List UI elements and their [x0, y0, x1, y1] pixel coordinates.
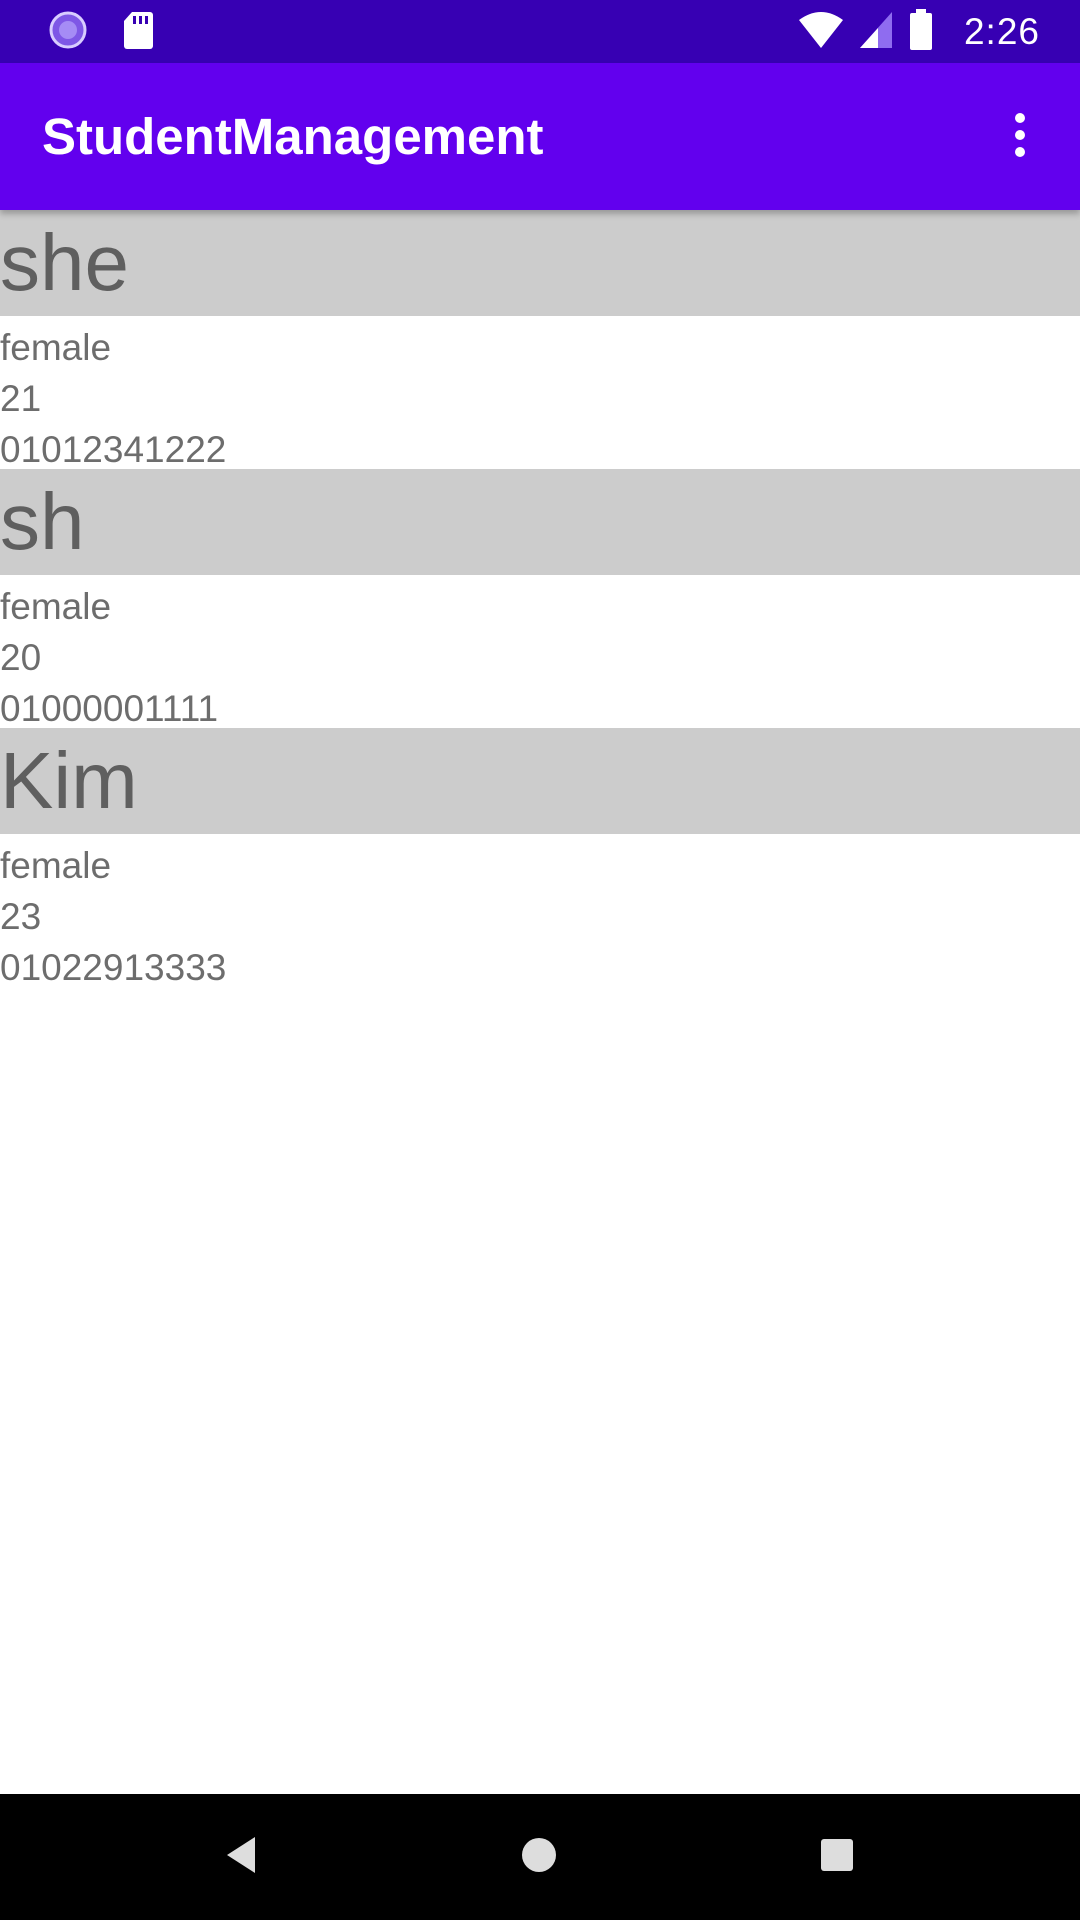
recents-button[interactable] [807, 1827, 867, 1887]
student-gender: female [0, 327, 112, 368]
student-age: 23 [0, 896, 42, 937]
wifi-icon [798, 10, 844, 55]
list-item[interactable]: Kim female 23 01022913333 [0, 728, 1080, 988]
recents-icon [818, 1836, 856, 1879]
student-phone: 01012341222 [0, 429, 227, 470]
signal-icon [858, 10, 894, 55]
status-left-icons [48, 10, 154, 55]
student-details: female 23 01022913333 [0, 834, 1080, 993]
back-icon [221, 1833, 261, 1882]
screen: 2:26 StudentManagement she female 21 010… [0, 0, 1080, 1920]
back-button[interactable] [211, 1827, 271, 1887]
status-right-icons: 2:26 [798, 8, 1040, 56]
navigation-bar [0, 1794, 1080, 1920]
sd-card-icon [122, 10, 154, 55]
student-phone: 01022913333 [0, 947, 227, 988]
app-title: StudentManagement [42, 108, 544, 165]
list-item[interactable]: she female 21 01012341222 [0, 210, 1080, 470]
battery-icon [908, 8, 934, 56]
more-vert-icon [1010, 111, 1030, 164]
overflow-menu-button[interactable] [980, 97, 1060, 177]
status-time: 2:26 [963, 11, 1040, 52]
student-gender: female [0, 845, 112, 886]
student-gender: female [0, 586, 112, 627]
student-phone: 01000001111 [0, 688, 219, 729]
student-name: she [0, 210, 1080, 316]
student-details: female 21 01012341222 [0, 316, 1080, 475]
progress-icon [48, 10, 88, 55]
home-button[interactable] [509, 1827, 569, 1887]
student-age: 21 [0, 378, 42, 419]
status-bar: 2:26 [0, 0, 1080, 63]
student-details: female 20 01000001111 [0, 575, 1080, 734]
student-name: Kim [0, 728, 1080, 834]
student-name: sh [0, 469, 1080, 575]
home-icon [519, 1835, 559, 1880]
student-age: 20 [0, 637, 42, 678]
app-bar: StudentManagement [0, 63, 1080, 210]
student-list[interactable]: she female 21 01012341222 sh female 20 0… [0, 210, 1080, 988]
list-item[interactable]: sh female 20 01000001111 [0, 469, 1080, 729]
